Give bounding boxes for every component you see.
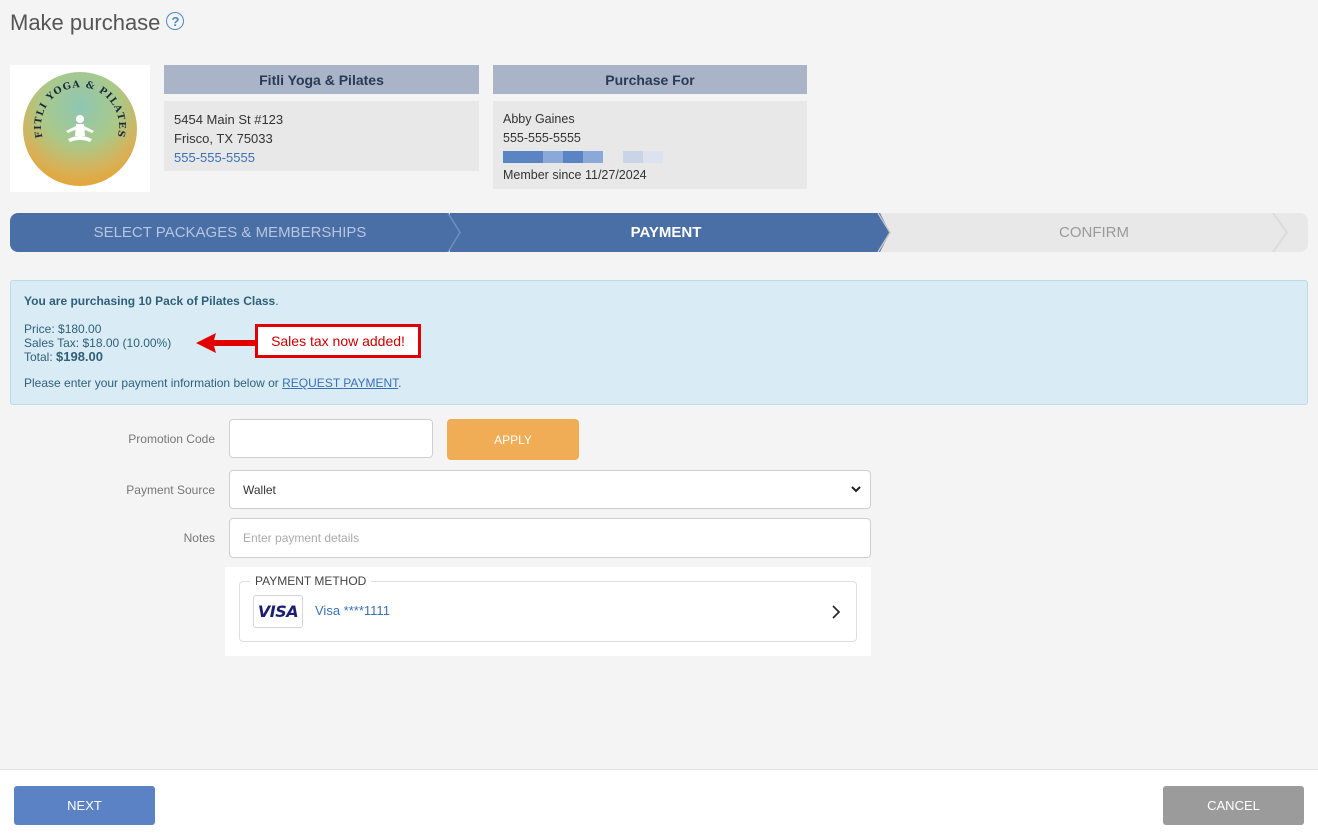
- chevron-right-icon: [832, 605, 841, 619]
- step-confirm-label: CONFIRM: [1059, 224, 1129, 241]
- page-title: Make purchase ?: [10, 10, 185, 36]
- payment-source-label: Payment Source: [126, 483, 215, 497]
- step-arrow-icon: [447, 213, 461, 252]
- sales-tax-callout: Sales tax now added!: [255, 324, 421, 358]
- studio-logo-image: FITLI YOGA & PILATES: [23, 71, 137, 186]
- studio-address-line1: 5454 Main St #123: [174, 112, 284, 127]
- member-phone: 555-555-5555: [503, 131, 581, 145]
- sales-tax-label: Sales Tax:: [24, 336, 83, 350]
- step-confirm: CONFIRM: [880, 213, 1308, 252]
- help-icon[interactable]: ?: [166, 12, 185, 30]
- next-button[interactable]: NEXT: [14, 786, 155, 825]
- step-arrow-icon: [877, 213, 891, 252]
- checkout-stepper: CONFIRM PAYMENT SELECT PACKAGES & MEMBER…: [10, 213, 1308, 252]
- sales-tax-value: $18.00 (10.00%): [82, 336, 172, 350]
- notes-input[interactable]: Enter payment details: [229, 518, 871, 558]
- page-title-text: Make purchase: [10, 10, 161, 35]
- payment-method-card[interactable]: PAYMENT METHOD VISA Visa ****1111: [239, 574, 857, 642]
- payment-method-legend: PAYMENT METHOD: [250, 574, 372, 588]
- chevron-down-icon: [851, 486, 861, 493]
- price-value: $180.00: [58, 322, 102, 336]
- payment-note: Please enter your payment information be…: [24, 376, 1294, 390]
- purchase-for-card: Purchase For Abby Gaines 555-555-5555 Me…: [493, 65, 807, 189]
- step-select-packages-label: SELECT PACKAGES & MEMBERSHIPS: [93, 224, 367, 241]
- footer-bar: NEXT CANCEL: [0, 769, 1318, 835]
- total-label: Total:: [24, 350, 57, 364]
- notes-placeholder: Enter payment details: [243, 531, 360, 545]
- total-value: $198.00: [56, 349, 104, 364]
- notes-label: Notes: [183, 531, 215, 545]
- card-number: Visa ****1111: [315, 603, 390, 618]
- promo-code-label: Promotion Code: [128, 432, 215, 446]
- studio-address-line2: Frisco, TX 75033: [174, 131, 273, 146]
- request-payment-link[interactable]: REQUEST PAYMENT: [282, 376, 398, 390]
- payment-note-text: Please enter your payment information be…: [24, 376, 283, 390]
- step-payment: PAYMENT: [450, 213, 890, 252]
- purchase-intro: You are purchasing 10 Pack of Pilates Cl…: [24, 294, 1294, 308]
- studio-phone-link[interactable]: 555-555-5555: [174, 148, 469, 167]
- step-payment-label: PAYMENT: [630, 224, 702, 241]
- payment-method-panel: PAYMENT METHOD VISA Visa ****1111: [225, 567, 871, 656]
- studio-name: Fitli Yoga & Pilates: [164, 65, 479, 94]
- studio-logo: FITLI YOGA & PILATES: [10, 65, 150, 192]
- member-name: Abby Gaines: [503, 112, 575, 126]
- payment-source-select[interactable]: Wallet: [229, 470, 871, 509]
- promo-code-input[interactable]: [229, 419, 433, 458]
- price-label: Price:: [24, 322, 59, 336]
- purchase-intro-text: You are purchasing 10 Pack of Pilates Cl…: [24, 294, 276, 308]
- visa-icon: VISA: [253, 595, 303, 628]
- studio-details: 5454 Main St #123 Frisco, TX 75033 555-5…: [164, 101, 479, 171]
- payment-source-value: Wallet: [243, 482, 276, 497]
- cancel-button[interactable]: CANCEL: [1163, 786, 1304, 825]
- callout-arrow-icon: [196, 333, 255, 353]
- member-since: Member since 11/27/2024: [503, 168, 647, 182]
- member-details: Abby Gaines 555-555-5555 Member since 11…: [493, 101, 807, 189]
- purchase-for-heading: Purchase For: [493, 65, 807, 94]
- purchase-intro-period: .: [275, 294, 279, 308]
- apply-button[interactable]: APPLY: [447, 419, 579, 460]
- payment-note-end: .: [398, 376, 402, 390]
- step-divider-icon: [1272, 213, 1289, 252]
- redacted-email: [503, 151, 797, 163]
- step-select-packages[interactable]: SELECT PACKAGES & MEMBERSHIPS: [10, 213, 460, 252]
- studio-card: Fitli Yoga & Pilates 5454 Main St #123 F…: [164, 65, 479, 171]
